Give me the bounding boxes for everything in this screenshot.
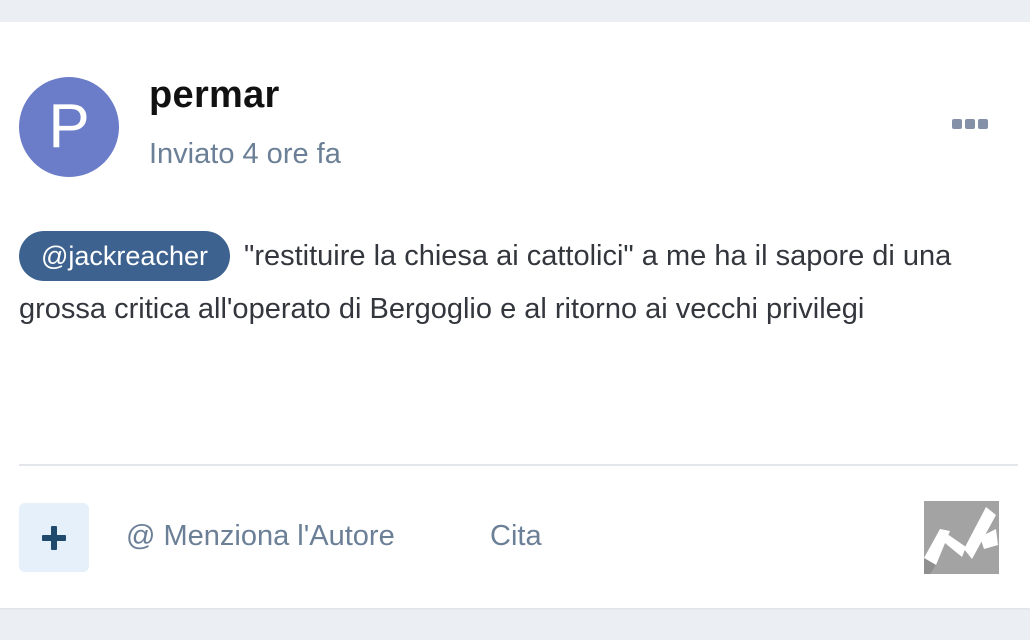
plus-icon	[42, 525, 66, 550]
author-name[interactable]: permar	[149, 74, 280, 117]
ellipsis-icon	[952, 119, 962, 129]
site-logo	[924, 501, 999, 574]
post-timestamp: Inviato 4 ore fa	[149, 138, 341, 170]
mention-author-button[interactable]: @ Menziona l'Autore	[126, 520, 395, 553]
ellipsis-icon	[978, 119, 988, 129]
mention-chip[interactable]: @jackreacher	[19, 231, 230, 281]
post-body: @jackreacher "restituire la chiesa ai ca…	[19, 230, 1024, 336]
ellipsis-icon	[965, 119, 975, 129]
add-reaction-button[interactable]	[19, 503, 89, 572]
avatar[interactable]: P	[19, 77, 119, 177]
divider	[19, 464, 1018, 466]
more-options-button[interactable]	[944, 110, 996, 138]
quote-button[interactable]: Cita	[490, 520, 542, 553]
post-card: P permar Inviato 4 ore fa @jackreacher "…	[0, 22, 1030, 608]
